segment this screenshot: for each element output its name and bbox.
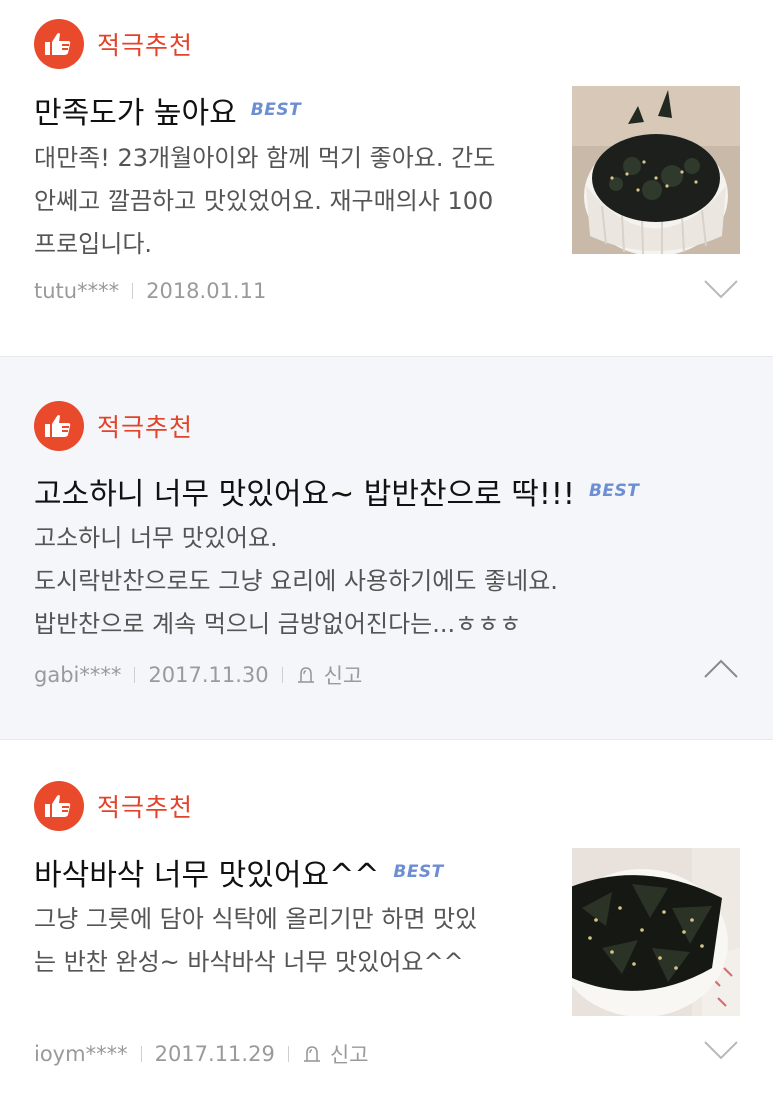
review-body-line: 고소하니 너무 맛있어요. [34,524,278,552]
meta-divider [140,1046,142,1062]
chevron-down-icon[interactable] [703,1039,739,1061]
thumbs-up-icon [34,19,84,69]
review-body-line: 는 반찬 완성~ 바삭바삭 너무 맛있어요^^ [34,948,464,976]
review-body: 그냥 그릇에 담아 식탁에 올리기만 하면 맛있 는 반찬 완성~ 바삭바삭 너… [34,898,477,984]
best-badge: BEST [393,862,444,882]
review-author: ioym**** [34,1042,128,1066]
meta-divider [132,283,134,299]
report-button[interactable]: 신고 [302,1039,369,1069]
review-body-line: 도시락반찬으로도 그냥 요리에 사용하기에도 좋네요. [34,567,558,595]
review-body: 대만족! 23개월아이와 함께 먹기 좋아요. 간도 안쎄고 깔끔하고 맛있었어… [34,137,495,266]
review-item: 적극추천 만족도가 높아요 BEST 대만족! 23개월아이와 함께 먹기 좋아… [0,0,773,356]
review-title-text: 만족도가 높아요 [34,96,237,131]
recommend-badge: 적극추천 [34,401,193,451]
review-item: 적극추천 고소하니 너무 맛있어요~ 밥반찬으로 딱!!! BEST 고소하니 … [0,356,773,740]
review-meta: ioym**** 2017.11.29 신고 [34,1039,368,1069]
review-title: 바삭바삭 너무 맛있어요^^ BEST [34,850,444,894]
meta-divider [287,1046,289,1062]
review-title-text: 바삭바삭 너무 맛있어요^^ [34,858,380,893]
review-date: 2017.11.30 [148,663,269,687]
siren-icon [297,667,314,683]
chevron-down-icon[interactable] [703,278,739,300]
best-badge: BEST [588,481,640,501]
review-body: 고소하니 너무 맛있어요. 도시락반찬으로도 그냥 요리에 사용하기에도 좋네요… [34,517,558,646]
review-meta: tutu**** 2018.01.11 [34,279,266,303]
review-body-line: 안쎄고 깔끔하고 맛있었어요. 재구매의사 100 [34,187,494,215]
recommend-badge: 적극추천 [34,19,193,69]
review-photo[interactable] [572,86,740,254]
report-label: 신고 [323,664,363,688]
best-badge: BEST [250,100,302,120]
recommend-badge: 적극추천 [34,781,193,831]
review-body-line: 프로입니다. [34,230,153,258]
meta-divider [281,667,283,683]
siren-icon [303,1046,320,1062]
review-body-line: 그냥 그릇에 담아 식탁에 올리기만 하면 맛있 [34,905,478,933]
review-body-line: 밥반찬으로 계속 먹으니 금방없어진다는...ㅎㅎㅎ [34,610,522,638]
chevron-up-icon[interactable] [703,658,739,680]
badge-label: 적극추천 [97,413,194,442]
thumbs-up-icon [34,781,84,831]
review-title-text: 고소하니 너무 맛있어요~ 밥반찬으로 딱!!! [34,477,575,512]
review-author: tutu**** [34,279,120,303]
badge-label: 적극추천 [97,793,194,822]
review-date: 2018.01.11 [146,279,267,303]
thumbs-up-icon [34,401,84,451]
review-date: 2017.11.29 [154,1042,275,1066]
review-title: 고소하니 너무 맛있어요~ 밥반찬으로 딱!!! BEST [34,469,639,513]
badge-label: 적극추천 [97,31,194,60]
report-button[interactable]: 신고 [296,660,363,690]
review-photo[interactable] [572,848,740,1016]
meta-divider [134,667,136,683]
review-body-line: 대만족! 23개월아이와 함께 먹기 좋아요. 간도 [34,144,496,172]
report-label: 신고 [329,1043,369,1067]
review-item: 적극추천 바삭바삭 너무 맛있어요^^ BEST 그냥 그릇에 담아 식탁에 올… [0,740,773,1112]
review-meta: gabi**** 2017.11.30 신고 [34,660,362,690]
review-author: gabi**** [34,663,122,687]
review-title: 만족도가 높아요 BEST [34,88,301,132]
